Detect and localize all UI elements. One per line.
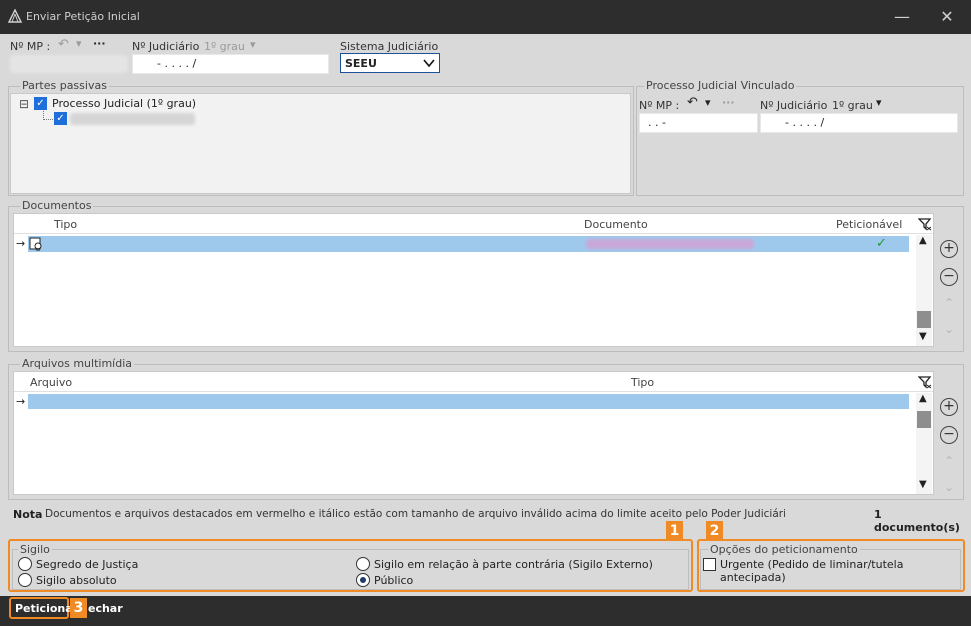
- sistema-value: SEEU: [345, 57, 377, 70]
- urgente-checkbox[interactable]: [703, 558, 716, 571]
- sistema-label: Sistema Judiciário: [340, 40, 439, 53]
- nmp-input-blurred[interactable]: [10, 55, 128, 73]
- nmp-label: Nº MP :: [10, 40, 51, 53]
- nj-label: Nº Judiciário: [132, 40, 200, 53]
- chevron-down-icon[interactable]: ▾: [76, 37, 82, 50]
- radio-publico[interactable]: [356, 573, 370, 587]
- col-documento[interactable]: Documento: [584, 218, 648, 231]
- vinc-nj-label: Nº Judiciário: [760, 99, 828, 112]
- badge-3: 3: [70, 598, 87, 618]
- row-pointer-icon: →: [16, 395, 26, 408]
- ellipsis-icon[interactable]: ···: [93, 37, 106, 50]
- tree-line: [43, 111, 53, 120]
- filter-icon[interactable]: [918, 375, 932, 389]
- col-tipo[interactable]: Tipo: [54, 218, 77, 231]
- vinc-nmp-input[interactable]: . . -: [639, 113, 758, 133]
- urgente-label: Urgente (Pedido de liminar/tutela anteci…: [720, 558, 904, 584]
- scroll-down-icon[interactable]: ▼: [919, 331, 927, 342]
- vinc-nj-input[interactable]: - . . . . /: [760, 113, 958, 133]
- remove-file-button[interactable]: −: [940, 426, 958, 444]
- chevron-down-icon[interactable]: ▾: [705, 96, 711, 109]
- nota-text: Documentos e arquivos destacados em verm…: [45, 508, 785, 520]
- scroll-up-icon[interactable]: ▲: [919, 235, 927, 246]
- radio-segredo[interactable]: [18, 557, 32, 571]
- sigilo-title: Sigilo: [18, 543, 52, 556]
- tree-child-label-blurred: [70, 113, 195, 125]
- footer-bar: Peticionar 3 echar: [0, 596, 971, 626]
- undo-icon[interactable]: ↶: [687, 95, 698, 110]
- close-button[interactable]: ✕: [937, 7, 957, 27]
- tree-root-label: Processo Judicial (1º grau): [52, 97, 197, 110]
- peticionavel-check-icon: ✓: [876, 236, 887, 251]
- move-down-button[interactable]: ⌄: [940, 480, 958, 498]
- sistema-select[interactable]: SEEU: [340, 53, 440, 73]
- multimidia-scrollbar[interactable]: ▲ ▼: [916, 393, 932, 494]
- vinculado-title: Processo Judicial Vinculado: [644, 79, 797, 92]
- add-file-button[interactable]: +: [940, 398, 958, 416]
- title-bar: Enviar Petição Inicial — ✕: [0, 0, 971, 34]
- add-document-button[interactable]: +: [940, 240, 958, 258]
- peticionar-button[interactable]: Peticionar: [15, 602, 78, 615]
- ellipsis-icon[interactable]: ···: [722, 96, 735, 109]
- radio-absoluto[interactable]: [18, 573, 32, 587]
- documentos-grid: Tipo Documento Peticionável → ✓ ▲ ▼: [13, 213, 934, 347]
- move-down-button[interactable]: ⌄: [940, 322, 958, 340]
- radio-externo-label: Sigilo em relação à parte contrária (Sig…: [374, 558, 653, 571]
- badge-2: 2: [706, 521, 723, 541]
- tree-child-checkbox[interactable]: ✓: [54, 112, 67, 125]
- scroll-thumb[interactable]: [917, 311, 931, 328]
- table-row[interactable]: [28, 394, 909, 409]
- tree-root-checkbox[interactable]: ✓: [34, 97, 47, 110]
- opcoes-title: Opções do peticionamento: [708, 543, 860, 556]
- scroll-down-icon[interactable]: ▼: [919, 479, 927, 490]
- chevron-down-icon: [423, 59, 435, 68]
- radio-segredo-label: Segredo de Justiça: [36, 558, 139, 571]
- undo-icon[interactable]: ↶: [58, 37, 69, 52]
- header-divider: [14, 233, 933, 234]
- table-row[interactable]: ✓: [28, 236, 909, 252]
- documents-count: 1 documento(s): [874, 508, 960, 534]
- partes-title: Partes passivas: [20, 79, 109, 92]
- window-title: Enviar Petição Inicial: [26, 10, 140, 23]
- certificate-icon: [29, 237, 42, 251]
- move-up-button[interactable]: ⌃: [940, 296, 958, 314]
- radio-publico-label: Público: [374, 574, 414, 587]
- scroll-up-icon[interactable]: ▲: [919, 393, 927, 404]
- remove-document-button[interactable]: −: [940, 268, 958, 286]
- header-divider: [14, 391, 933, 392]
- move-up-button[interactable]: ⌃: [940, 454, 958, 472]
- nj-input[interactable]: - . . . . /: [132, 54, 329, 74]
- scroll-thumb[interactable]: [917, 411, 931, 428]
- col-tipo-multimidia[interactable]: Tipo: [631, 376, 654, 389]
- badge-1: 1: [666, 521, 683, 541]
- tree-collapse-icon[interactable]: ⊟: [19, 97, 29, 111]
- row-pointer-icon: →: [16, 237, 26, 250]
- document-name-blurred: [586, 239, 754, 249]
- col-peticionavel[interactable]: Peticionável: [836, 218, 902, 231]
- multimidia-title: Arquivos multimídia: [20, 357, 134, 370]
- chevron-down-icon[interactable]: ▾: [250, 38, 256, 51]
- radio-externo[interactable]: [356, 557, 370, 571]
- vinc-nmp-label: Nº MP :: [639, 99, 680, 112]
- multimidia-grid: Arquivo Tipo → ▲ ▼: [13, 371, 934, 495]
- partes-tree: ⊟ ✓ Processo Judicial (1º grau) ✓: [10, 93, 631, 194]
- chevron-down-icon[interactable]: ▾: [876, 96, 882, 109]
- fechar-button[interactable]: echar: [88, 602, 123, 615]
- filter-icon[interactable]: [918, 217, 932, 231]
- col-arquivo[interactable]: Arquivo: [30, 376, 72, 389]
- minimize-button[interactable]: —: [892, 7, 912, 27]
- nj-grade[interactable]: 1º grau: [204, 40, 245, 53]
- nota-label: Nota: [13, 508, 43, 521]
- vinc-nj-grade[interactable]: 1º grau: [832, 99, 873, 112]
- radio-absoluto-label: Sigilo absoluto: [36, 574, 117, 587]
- documentos-scrollbar[interactable]: ▲ ▼: [916, 235, 932, 346]
- app-logo-icon: [8, 9, 22, 23]
- documentos-title: Documentos: [20, 199, 94, 212]
